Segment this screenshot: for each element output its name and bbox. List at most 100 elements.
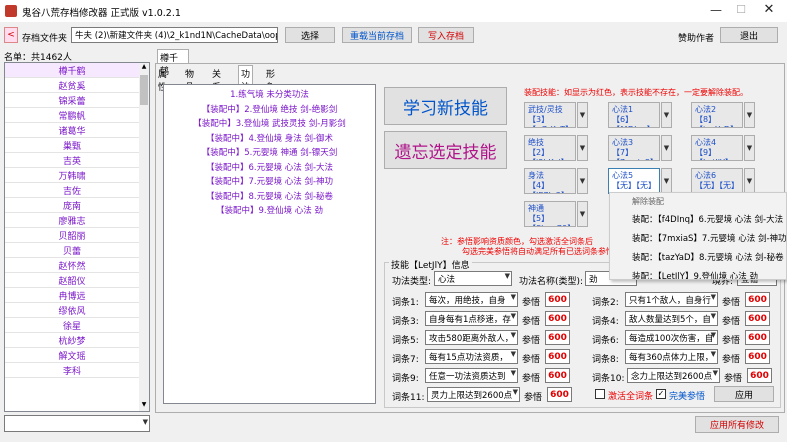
apply-skill-button[interactable]: 应用 bbox=[714, 386, 774, 402]
character-list-item[interactable]: 吉英 bbox=[5, 153, 139, 168]
character-list-item[interactable]: 冉博远 bbox=[5, 288, 139, 303]
menu-title[interactable]: 解除装配 bbox=[610, 193, 786, 209]
entry-rec-value[interactable]: 600 bbox=[745, 292, 770, 307]
character-list-item[interactable]: 赵韶仪 bbox=[5, 273, 139, 288]
chevron-down-icon[interactable]: ▼ bbox=[661, 102, 672, 128]
character-list-item[interactable]: 赵贫奚 bbox=[5, 78, 139, 93]
equip-slot[interactable]: 心法5 【无】【无】 bbox=[608, 168, 660, 194]
entry-rec-value[interactable]: 600 bbox=[745, 330, 770, 345]
chevron-down-icon[interactable]: ▼ bbox=[577, 135, 588, 161]
entry-rec-value[interactable]: 600 bbox=[545, 292, 570, 307]
skill-list-item[interactable]: 【装配中】3.登仙境 武技灵技 剑-月影剑 bbox=[164, 116, 375, 131]
entry-rec-value[interactable]: 600 bbox=[745, 349, 770, 364]
character-list-item[interactable]: 李科 bbox=[5, 363, 139, 378]
forget-skill-button[interactable]: 遗忘选定技能 bbox=[384, 131, 507, 169]
write-button[interactable]: 写入存档 bbox=[418, 27, 474, 43]
perfect-checkbox[interactable]: ✓ bbox=[656, 389, 666, 399]
entry-combo[interactable]: 每有360点体力上限， ▼ bbox=[625, 349, 718, 364]
scroll-thumb[interactable] bbox=[140, 75, 148, 105]
character-list-item[interactable]: 杭紗梦 bbox=[5, 333, 139, 348]
character-list[interactable]: 樽千鹤 赵贫奚 锦采蕾 常鹏帆 诸葛华 巢甄 吉英 万韩啸 吉佐 庞南 廖雅志 贝韶丽 贝蕾 赵怀然 赵韶仪… bbox=[4, 62, 150, 412]
entry-rec-value[interactable]: 600 bbox=[545, 311, 570, 326]
equip-slot[interactable]: 绝技【2】【j3hKvi】 bbox=[524, 135, 576, 161]
character-list-item[interactable]: 徐星 bbox=[5, 318, 139, 333]
character-list-item[interactable]: 贝韶丽 bbox=[5, 228, 139, 243]
entry-rec-value[interactable]: 600 bbox=[545, 349, 570, 364]
exit-button[interactable]: 退出 bbox=[720, 27, 778, 43]
entry-combo[interactable]: 任意一功法资质达到 ▼ bbox=[425, 368, 518, 383]
scroll-up-icon[interactable]: ▲ bbox=[139, 63, 149, 73]
chevron-down-icon[interactable]: ▼ bbox=[577, 102, 588, 128]
unequip-menu-item[interactable]: 装配：【7mxiaS】7.元婴境 心法 剑-神功 bbox=[610, 228, 786, 247]
character-list-item[interactable]: 廖雅志 bbox=[5, 213, 139, 228]
scroll-down-icon[interactable]: ▼ bbox=[139, 401, 149, 411]
unequip-menu-item[interactable]: 装配：【f4DInq】6.元婴境 心法 剑-大法 bbox=[610, 209, 786, 228]
back-button[interactable]: < bbox=[4, 27, 18, 43]
character-list-item[interactable]: 解文瑶 bbox=[5, 348, 139, 363]
character-list-item[interactable]: 诸葛华 bbox=[5, 123, 139, 138]
reload-button[interactable]: 重载当前存档 bbox=[342, 27, 412, 43]
entry-combo[interactable]: 敌人数量达到5个，自 ▼ bbox=[625, 311, 718, 326]
skill-list[interactable]: 1.练气境 未分类功法 【装配中】2.登仙境 绝技 剑-绝影剑 【装配中】3.登仙境… bbox=[163, 84, 376, 404]
entry-rec-value[interactable]: 600 bbox=[545, 330, 570, 345]
close-button[interactable]: ✕ bbox=[759, 2, 779, 18]
sponsor-link[interactable]: 赞助作者 bbox=[678, 31, 714, 44]
entry-combo[interactable]: 攻击580距离外敌人， ▼ bbox=[425, 330, 518, 345]
character-list-item[interactable]: 巢甄 bbox=[5, 138, 139, 153]
skill-list-item[interactable]: 【装配中】4.登仙境 身法 剑-御术 bbox=[164, 131, 375, 146]
activate-all-checkbox[interactable] bbox=[595, 389, 605, 399]
entry-combo[interactable]: 每有15点功法资质， ▼ bbox=[425, 349, 518, 364]
unequip-menu-item[interactable]: 装配：【tazYaD】8.元婴境 心法 剑-秘卷 bbox=[610, 247, 786, 266]
skill-list-item[interactable]: 【装配中】8.元婴境 心法 剑-秘卷 bbox=[164, 189, 375, 204]
character-list-item[interactable]: 常鹏帆 bbox=[5, 108, 139, 123]
skill-list-item[interactable]: 【装配中】5.元婴境 神通 剑-镖天剑 bbox=[164, 145, 375, 160]
learn-skill-button[interactable]: 学习新技能 bbox=[384, 87, 507, 125]
entry-combo[interactable]: 每造成100次伤害，自 ▼ bbox=[625, 330, 718, 345]
chevron-down-icon[interactable]: ▼ bbox=[744, 135, 755, 161]
minimize-button[interactable]: — bbox=[706, 3, 726, 19]
apply-all-button[interactable]: 应用所有修改 bbox=[695, 416, 779, 433]
entry-combo[interactable]: 念力上限达到2600点 ▼ bbox=[627, 368, 720, 383]
character-tab[interactable]: 樽千鹤 bbox=[157, 49, 189, 77]
skill-list-item[interactable]: 【装配中】2.登仙境 绝技 剑-绝影剑 bbox=[164, 102, 375, 117]
equip-slot[interactable]: 心法3【7】【7mxiaS】 bbox=[608, 135, 660, 161]
character-list-item[interactable]: 樽千鹤 bbox=[5, 63, 139, 78]
skill-list-item[interactable]: 【装配中】7.元婴境 心法 剑-神功 bbox=[164, 174, 375, 189]
entry-combo[interactable]: 自身每有1点移速，存 ▼ bbox=[425, 311, 518, 326]
entry-rec-value[interactable]: 600 bbox=[547, 387, 572, 402]
type-combo[interactable]: 心法 ▼ bbox=[434, 271, 512, 286]
character-list-item[interactable]: 吉佐 bbox=[5, 183, 139, 198]
unequip-context-menu[interactable]: 解除装配 装配：【f4DInq】6.元婴境 心法 剑-大法 装配：【7mxiaS】… bbox=[609, 192, 787, 280]
equip-slot[interactable]: 心法1【6】【f4DInq】 bbox=[608, 102, 660, 128]
equip-slot[interactable]: 心法4【9】【LetJlY】 bbox=[691, 135, 743, 161]
entry-rec-value[interactable]: 600 bbox=[747, 368, 772, 383]
equip-slot[interactable]: 神通【5】【ShaeG9】 bbox=[524, 201, 576, 227]
entry-rec-value[interactable]: 600 bbox=[545, 368, 570, 383]
equip-slot[interactable]: 心法6 【无】【无】 bbox=[691, 168, 743, 194]
character-list-item[interactable]: 贝蕾 bbox=[5, 243, 139, 258]
chevron-down-icon[interactable]: ▼ bbox=[661, 168, 672, 194]
list-scrollbar[interactable]: ▲ ▼ bbox=[139, 63, 149, 411]
archive-path-field[interactable]: 牛夫 (2)\新建文件夹 (4)\2_k1nd1N\CacheData\oops bbox=[71, 27, 278, 43]
select-button[interactable]: 选择 bbox=[285, 27, 335, 43]
entry-rec-value[interactable]: 600 bbox=[745, 311, 770, 326]
entry-combo[interactable]: 每次，用绝技，自身 ▼ bbox=[425, 292, 518, 307]
chevron-down-icon[interactable]: ▼ bbox=[744, 102, 755, 128]
skill-list-item[interactable]: 1.练气境 未分类功法 bbox=[164, 87, 375, 102]
character-list-item[interactable]: 万韩啸 bbox=[5, 168, 139, 183]
character-list-item[interactable]: 缪依风 bbox=[5, 303, 139, 318]
character-list-item[interactable]: 锦采蕾 bbox=[5, 93, 139, 108]
skill-list-item[interactable]: 【装配中】9.登仙境 心法 劲 bbox=[164, 203, 375, 218]
maximize-button[interactable]: ☐ bbox=[731, 3, 751, 19]
entry-combo[interactable]: 只有1个敌人，自身行 ▼ bbox=[625, 292, 718, 307]
chevron-down-icon[interactable]: ▼ bbox=[577, 168, 588, 194]
equip-slot[interactable]: 心法2【8】【tazYaD】 bbox=[691, 102, 743, 128]
character-list-item[interactable]: 赵怀然 bbox=[5, 258, 139, 273]
skill-list-item[interactable]: 【装配中】6.元婴境 心法 剑-大法 bbox=[164, 160, 375, 175]
character-list-item[interactable]: 庞南 bbox=[5, 198, 139, 213]
unequip-menu-item[interactable]: 装配：【LetJlY】9.登仙境 心法 劲 bbox=[610, 266, 786, 280]
equip-slot[interactable]: 武技/灵技【3】【uGrKoT】 bbox=[524, 102, 576, 128]
chevron-down-icon[interactable]: ▼ bbox=[577, 201, 588, 227]
chevron-down-icon[interactable]: ▼ bbox=[661, 135, 672, 161]
equip-slot[interactable]: 身法【4】【JE7Je3】 bbox=[524, 168, 576, 194]
